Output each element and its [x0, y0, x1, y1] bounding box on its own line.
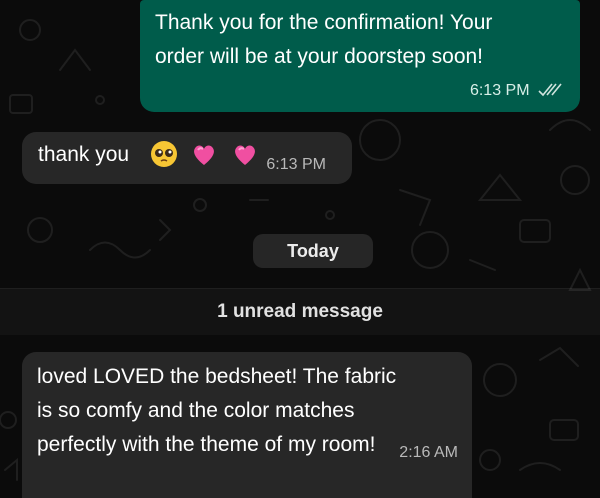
date-separator: Today [253, 234, 373, 268]
message-line: loved LOVED the bedsheet! The fabric [37, 365, 397, 388]
unread-banner-label: 1 unread message [217, 301, 383, 322]
outgoing-message-text: Thank you for the confirmation! Your ord… [155, 6, 575, 74]
incoming-message-text: thank you [38, 143, 130, 166]
message-time: 6:13 PM [266, 156, 326, 173]
message-line: Thank you for the confirmation! Your [155, 11, 493, 34]
message-line: is so comfy and the color matches [37, 399, 355, 422]
emoji-group [150, 140, 267, 168]
message-line: order will be at your doorstep soon! [155, 45, 484, 68]
message-meta: 6:13 PM [470, 82, 564, 100]
pink-heart-emoji [194, 145, 215, 165]
message-time: 2:16 AM [399, 444, 458, 461]
incoming-message-bubble[interactable]: loved LOVED the bedsheet! The fabric is … [22, 352, 472, 498]
pink-heart-emoji [234, 145, 255, 165]
pleading-face-emoji [151, 141, 177, 167]
outgoing-message-bubble[interactable]: Thank you for the confirmation! Your ord… [140, 0, 580, 112]
double-check-icon [538, 83, 562, 97]
incoming-message-bubble[interactable]: thank you 6:13 PM [22, 132, 352, 184]
message-time: 6:13 PM [469, 82, 530, 99]
unread-messages-banner: 1 unread message [0, 288, 600, 335]
